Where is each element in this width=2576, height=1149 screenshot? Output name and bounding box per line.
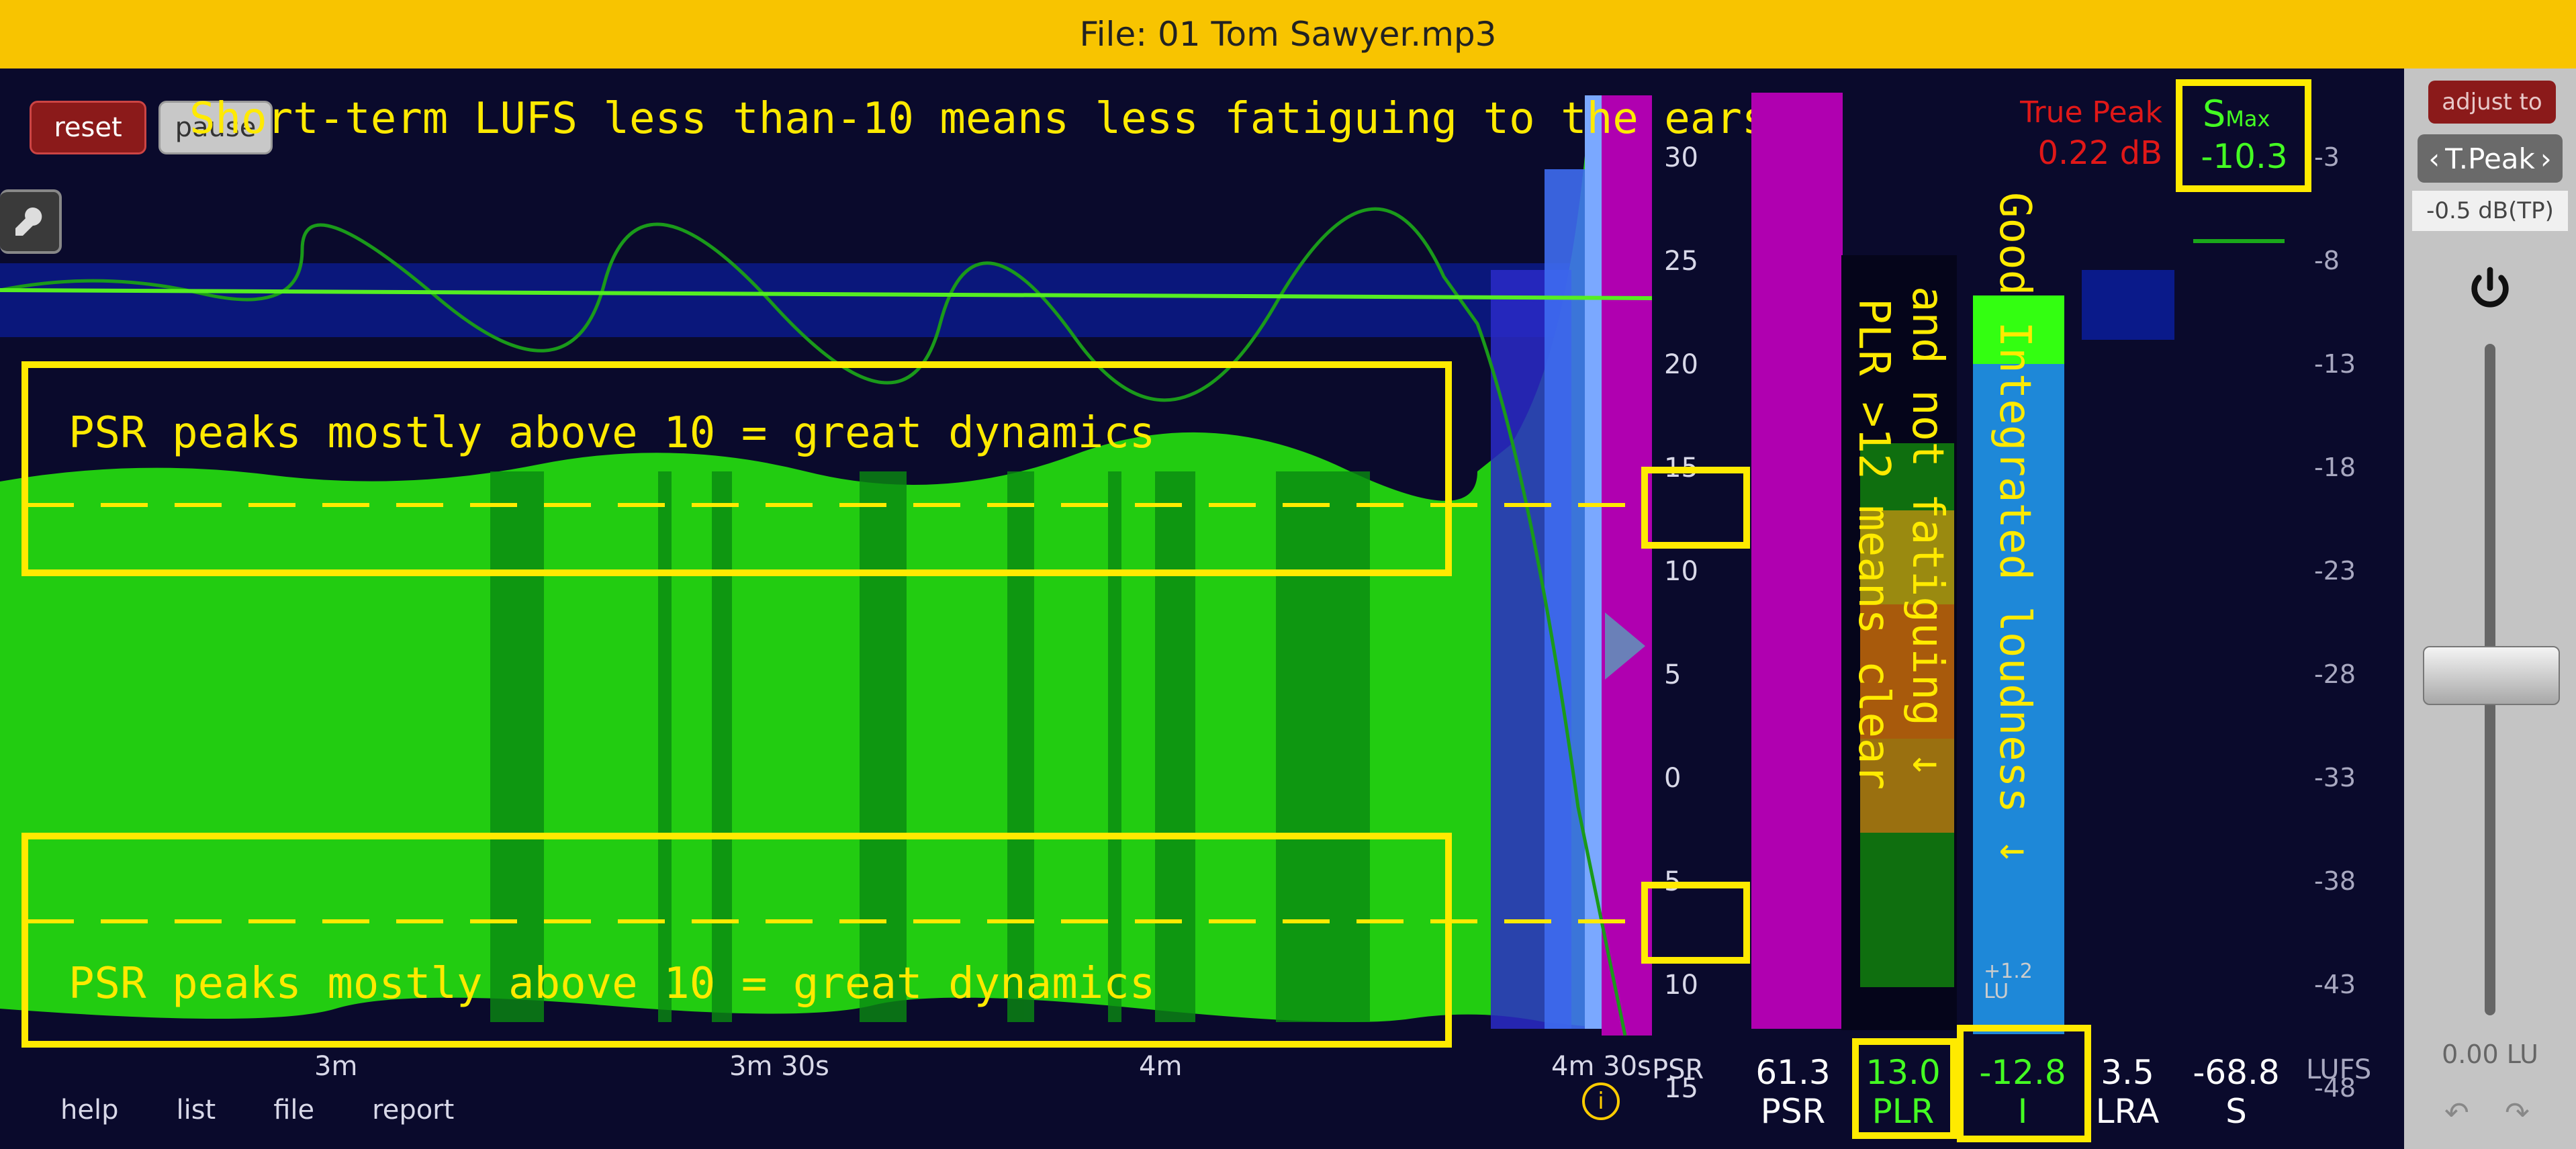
redo-icon[interactable]: ↷	[2505, 1096, 2530, 1130]
lufs-tick: -18	[2314, 453, 2356, 482]
time-tick: 4m 30s	[1551, 1051, 1651, 1082]
chevron-left-icon[interactable]: ‹	[2428, 142, 2440, 175]
stat-s-value: -68.8	[2193, 1053, 2280, 1092]
time-tick: 3m 30s	[729, 1051, 829, 1082]
target-field[interactable]: -0.5 dB(TP)	[2412, 191, 2568, 231]
smax-value: -10.3	[2201, 137, 2288, 176]
psr-10-box-bottom	[1641, 882, 1750, 964]
annotation-psr-bottom: PSR peaks mostly above 10 = great dynami…	[68, 959, 1156, 1009]
annotation-psr-top: PSR peaks mostly above 10 = great dynami…	[68, 408, 1156, 458]
stat-psr-label: PSR	[1760, 1092, 1826, 1131]
annotation-integrated: Good Integrated loudness ↓	[1990, 192, 2039, 865]
plr-stat-box	[1852, 1038, 1957, 1139]
title-bar: File: 01 Tom Sawyer.mp3	[0, 0, 2576, 68]
right-panel: adjust to ‹ T.Peak › -0.5 dB(TP) 0.00 LU…	[2404, 68, 2576, 1149]
lufs-tick: -3	[2314, 142, 2340, 172]
undo-icon[interactable]: ↶	[2444, 1096, 2469, 1130]
menu-help[interactable]: help	[60, 1095, 118, 1125]
wrench-icon[interactable]	[0, 189, 62, 254]
stat-lra-label: LRA	[2095, 1092, 2160, 1131]
psr-tick: 20	[1664, 349, 1698, 380]
annotation-plr-line2: and not fatiguing ↓	[1902, 286, 1952, 778]
smax-letter: S	[2203, 93, 2226, 135]
short-term-marker	[2193, 239, 2285, 243]
mode-label: T.Peak	[2445, 142, 2535, 175]
adjust-to-button[interactable]: adjust to	[2428, 81, 2556, 124]
mode-selector[interactable]: ‹ T.Peak ›	[2418, 134, 2563, 183]
lufs-tick: -8	[2314, 246, 2340, 275]
psr-10-box-top	[1641, 467, 1750, 549]
lufs-unit-label: LUFS	[2306, 1054, 2372, 1085]
psr-tick: 25	[1664, 246, 1698, 277]
psr-tick: 30	[1664, 142, 1698, 173]
integrated-stat-box	[1957, 1025, 2091, 1142]
psr-tick: 5	[1664, 659, 1682, 690]
time-tick: 3m	[314, 1051, 358, 1082]
menu-report[interactable]: report	[372, 1095, 454, 1125]
lufs-scale: -3 -8 -13 -18 -23 -28 -33 -38 -43 -48	[2290, 68, 2404, 1103]
lufs-tick: -28	[2314, 659, 2356, 689]
lufs-tick: -33	[2314, 763, 2356, 792]
slider-handle[interactable]	[2423, 646, 2560, 705]
annotation-plr-line1: PLR >12 means clear	[1849, 298, 1898, 790]
lu-tag: +1.2 LU	[1984, 960, 2033, 1003]
annotation-plr: PLR >12 means clear	[1847, 298, 1900, 790]
psr-tick: 0	[1664, 763, 1682, 794]
chevron-right-icon[interactable]: ›	[2540, 142, 2552, 175]
psr-tick: 10	[1664, 970, 1698, 1001]
menu-list[interactable]: list	[176, 1095, 216, 1125]
annotation-plr-2: and not fatiguing ↓	[1900, 286, 1954, 778]
annotation-short-term: Short-term LUFS less than-10 means less …	[189, 94, 1820, 144]
true-peak-value: 0.22 dB	[2037, 134, 2162, 172]
reset-button[interactable]: reset	[30, 101, 146, 154]
window-title: File: 01 Tom Sawyer.mp3	[1079, 15, 1497, 54]
time-axis: 3m 3m 30s 4m 4m 30s	[0, 1038, 1652, 1082]
stat-lra-value: 3.5	[2101, 1053, 2154, 1092]
psr-bar	[1751, 93, 1843, 1029]
slider-readout: 0.00 LU	[2442, 1040, 2538, 1069]
smax-label: SMax	[2203, 93, 2270, 135]
lufs-tick: -13	[2314, 349, 2356, 379]
true-peak-label: True Peak	[2020, 95, 2162, 130]
stat-s-label: S	[2225, 1092, 2247, 1131]
stat-psr-value: 61.3	[1755, 1053, 1831, 1092]
annotation-box-bottom	[21, 833, 1452, 1048]
lufs-tick: -38	[2314, 866, 2356, 896]
info-icon[interactable]: i	[1582, 1083, 1620, 1120]
lufs-tick: -23	[2314, 556, 2356, 586]
psr-tick: 10	[1664, 556, 1698, 587]
time-tick: 4m	[1139, 1051, 1183, 1082]
annotation-box-top	[21, 361, 1452, 576]
psr-unit-label: PSR	[1652, 1054, 1704, 1085]
menu-file[interactable]: file	[273, 1095, 314, 1125]
bottom-menu: help list file report	[60, 1095, 454, 1125]
lufs-tick: -43	[2314, 970, 2356, 999]
smax-sub: Max	[2225, 106, 2270, 132]
power-icon[interactable]	[2463, 263, 2517, 317]
lra-bar	[2082, 270, 2174, 340]
